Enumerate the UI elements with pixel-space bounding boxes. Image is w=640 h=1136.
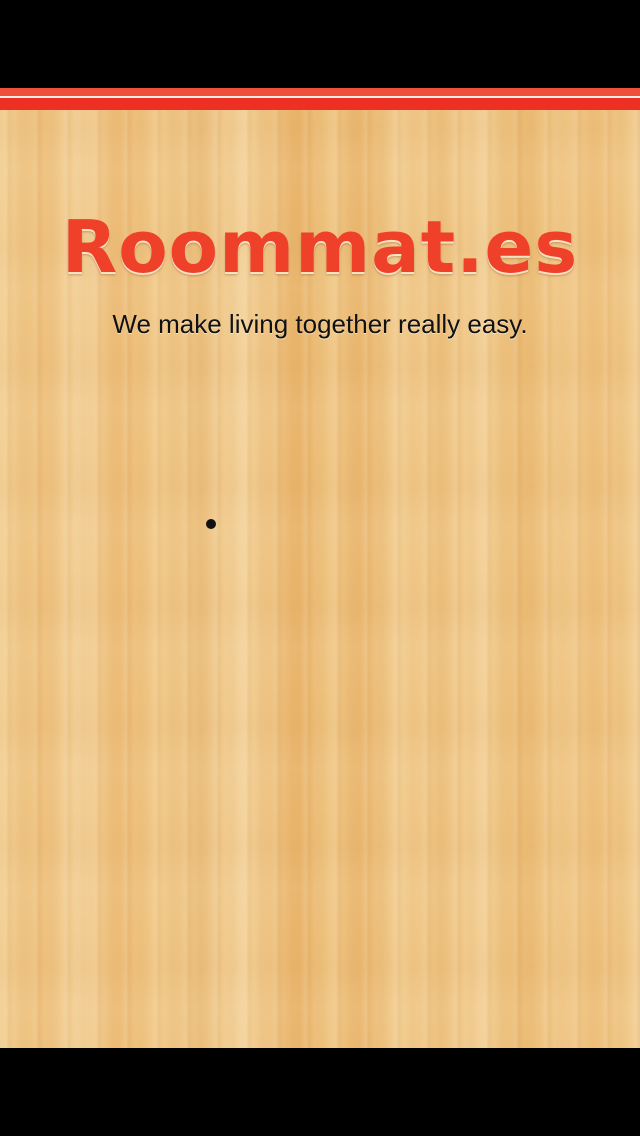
bottom-black-bar (0, 1048, 640, 1136)
top-black-bar (0, 0, 640, 88)
red-header-stripe (0, 88, 640, 110)
app-logo: Roommat.es (61, 205, 579, 289)
splash-screen: Roommat.es We make living together reall… (0, 0, 640, 1136)
loading-dot-icon (206, 519, 216, 529)
app-tagline: We make living together really easy. (112, 309, 528, 339)
